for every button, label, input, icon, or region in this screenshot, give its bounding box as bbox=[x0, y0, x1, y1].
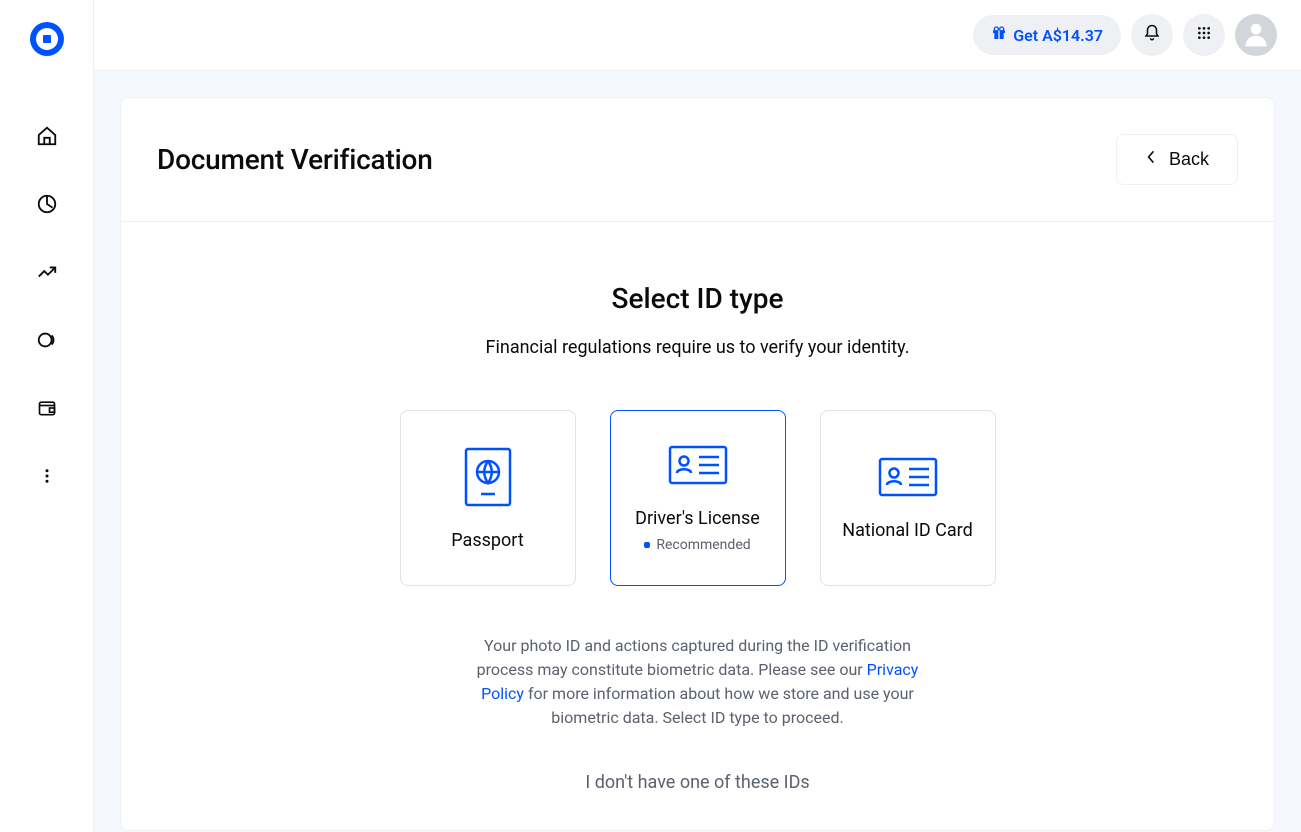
nav-earn-icon[interactable] bbox=[23, 316, 71, 364]
id-section: Select ID type Financial regulations req… bbox=[121, 222, 1274, 793]
id-option-national-id[interactable]: National ID Card bbox=[820, 410, 996, 586]
nav-portfolio-icon[interactable] bbox=[23, 180, 71, 228]
content-wrap: Document Verification Back Select ID typ… bbox=[94, 71, 1301, 832]
id-label: Driver's License bbox=[635, 508, 760, 529]
license-icon bbox=[667, 444, 729, 490]
id-option-passport[interactable]: Passport bbox=[400, 410, 576, 586]
topbar: Get A$14.37 bbox=[94, 0, 1301, 71]
gift-icon bbox=[991, 25, 1007, 45]
disclaimer-part2: for more information about how we store … bbox=[524, 684, 914, 727]
nav-wallet-icon[interactable] bbox=[23, 384, 71, 432]
reward-label: Get A$14.37 bbox=[1013, 26, 1103, 45]
recommended-badge: Recommended bbox=[644, 537, 750, 553]
id-options: Passport bbox=[121, 410, 1274, 586]
back-button[interactable]: Back bbox=[1116, 134, 1238, 185]
verification-card: Document Verification Back Select ID typ… bbox=[120, 97, 1275, 831]
passport-icon bbox=[463, 446, 513, 512]
notifications-button[interactable] bbox=[1131, 14, 1173, 56]
nav-trade-icon[interactable] bbox=[23, 248, 71, 296]
chevron-left-icon bbox=[1145, 149, 1157, 170]
national-id-icon bbox=[877, 456, 939, 502]
back-label: Back bbox=[1169, 149, 1209, 170]
avatar[interactable] bbox=[1235, 14, 1277, 56]
card-header: Document Verification Back bbox=[121, 98, 1274, 222]
page-title: Document Verification bbox=[157, 143, 433, 176]
id-option-drivers-license[interactable]: Driver's License Recommended bbox=[610, 410, 786, 586]
section-sub: Financial regulations require us to veri… bbox=[121, 337, 1274, 358]
nav-more-icon[interactable] bbox=[23, 452, 71, 500]
dot-icon bbox=[644, 542, 650, 548]
grid-icon bbox=[1196, 25, 1212, 45]
person-icon bbox=[1240, 17, 1272, 53]
disclaimer-part1: Your photo ID and actions captured durin… bbox=[477, 636, 911, 679]
disclaimer: Your photo ID and actions captured durin… bbox=[468, 634, 928, 730]
brand-logo[interactable] bbox=[30, 22, 64, 56]
apps-button[interactable] bbox=[1183, 14, 1225, 56]
sidebar bbox=[0, 0, 94, 832]
main-area: Get A$14.37 bbox=[94, 0, 1301, 832]
recommended-label: Recommended bbox=[656, 537, 750, 553]
nav-home-icon[interactable] bbox=[23, 112, 71, 160]
id-label: Passport bbox=[451, 530, 523, 551]
section-title: Select ID type bbox=[121, 282, 1274, 315]
id-label: National ID Card bbox=[842, 520, 973, 541]
no-id-link[interactable]: I don't have one of these IDs bbox=[121, 772, 1274, 793]
reward-button[interactable]: Get A$14.37 bbox=[973, 15, 1121, 55]
bell-icon bbox=[1143, 24, 1161, 46]
